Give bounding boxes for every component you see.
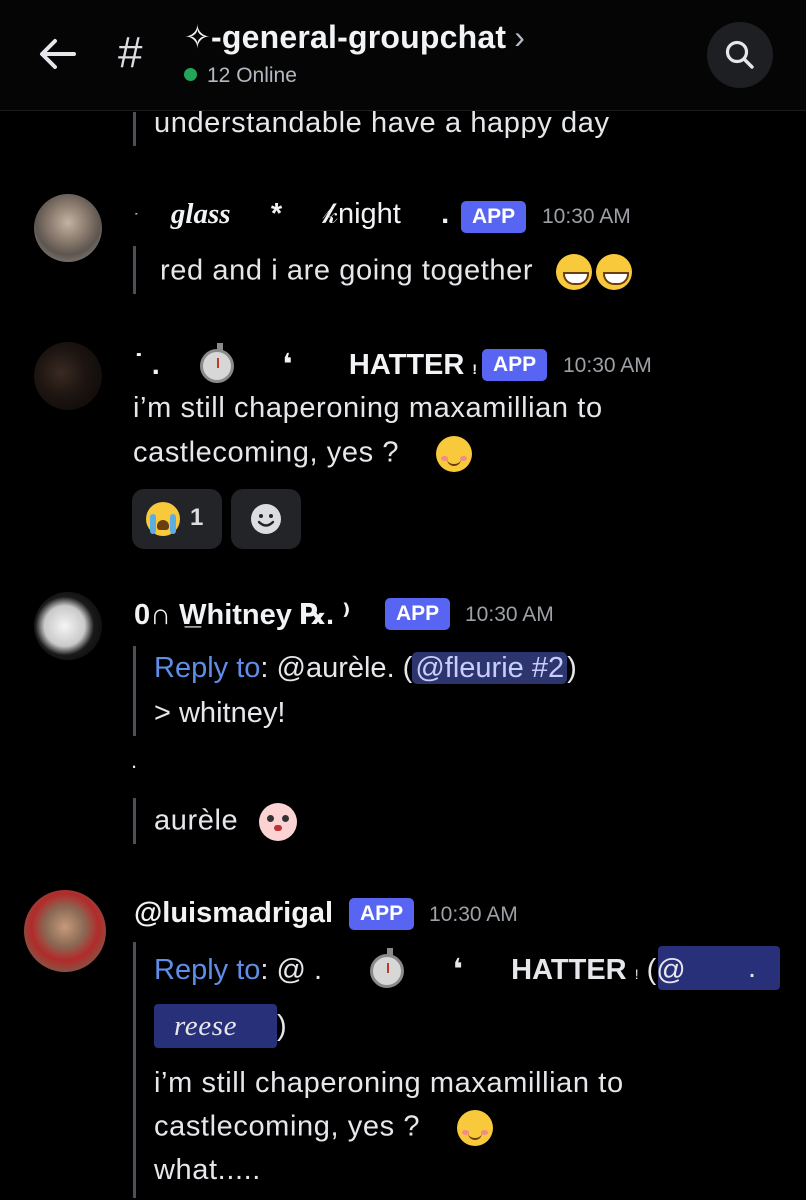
reply-reference-tail: .: [748, 952, 757, 984]
timestamp: 10:30 AM: [465, 603, 554, 626]
reply-tag: reese: [174, 1010, 238, 1042]
user-mention[interactable]: @fleurie #2: [412, 652, 568, 684]
grin-emoji-icon: [555, 254, 592, 290]
timestamp: 10:30 AM: [563, 354, 652, 377]
author-name[interactable]: ˙ glass * 𝓀night .: [134, 198, 449, 231]
add-reaction-button[interactable]: [231, 489, 301, 549]
author-name[interactable]: 0∩ W̲hitney ℞. ⁾: [134, 597, 350, 632]
channel-hash-icon: #: [118, 28, 143, 77]
message-text: castlecoming, yes ?: [154, 1110, 493, 1146]
add-reaction-icon: [251, 504, 281, 534]
reply-reference[interactable]: Reply to: @aurèle. (@fleurie #2): [154, 652, 577, 685]
app-badge: APP: [482, 349, 548, 381]
search-button[interactable]: [707, 22, 773, 88]
avatar[interactable]: [34, 342, 102, 410]
avatar[interactable]: [34, 194, 102, 262]
reaction-count: 1: [190, 504, 204, 531]
reply-bar: [133, 646, 136, 736]
message-text: .: [131, 748, 138, 773]
channel-title[interactable]: ✧-general-groupchat ›: [184, 18, 525, 56]
app-badge: APP: [349, 898, 415, 930]
pleading-face-emoji-icon: [258, 803, 297, 841]
message-text: what.....: [154, 1154, 261, 1186]
loudly-crying-emoji-icon: [146, 502, 180, 536]
chevron-right-icon: ›: [514, 19, 526, 55]
back-arrow-icon[interactable]: [34, 30, 82, 78]
online-dot-icon: [184, 68, 197, 81]
app-badge: APP: [385, 598, 451, 630]
stopwatch-icon: [370, 948, 405, 989]
reply-quote: > whitney!: [154, 697, 286, 729]
search-icon: [725, 40, 754, 69]
reaction-crying[interactable]: 1: [132, 489, 222, 549]
message-text: red and i are going together: [160, 254, 632, 290]
relieved-smile-emoji-icon: [456, 1110, 493, 1146]
app-badge: APP: [461, 201, 527, 233]
avatar[interactable]: [34, 592, 102, 660]
timestamp: 10:30 AM: [542, 205, 631, 228]
reply-reference[interactable]: Reply to: @ . ❛ HATTER ! (@: [154, 948, 686, 989]
message-text: understandable have a happy day: [154, 107, 610, 139]
message-thread-bar: [133, 112, 136, 146]
channel-header: # ✧-general-groupchat › 12 Online: [0, 0, 806, 111]
message-text: aurèle: [154, 803, 297, 841]
grin-emoji-icon: [595, 254, 632, 290]
relieved-smile-emoji-icon: [435, 436, 472, 472]
message-thread-bar: [133, 246, 136, 294]
avatar[interactable]: [24, 890, 106, 972]
author-name[interactable]: ˙ . ❛ HATTER !: [134, 343, 477, 384]
timestamp: 10:30 AM: [429, 903, 518, 926]
message-text: i’m still chaperoning maxamillian to: [133, 392, 603, 424]
message-text: castlecoming, yes ?: [133, 436, 472, 472]
reply-close-paren: ): [277, 1010, 288, 1042]
message-thread-bar: [133, 798, 136, 844]
reply-bar: [133, 942, 136, 1198]
stopwatch-icon: [200, 343, 235, 384]
author-name[interactable]: @luismadrigal: [134, 897, 333, 930]
online-count: 12 Online: [184, 64, 297, 88]
message-text: i’m still chaperoning maxamillian to: [154, 1067, 624, 1099]
